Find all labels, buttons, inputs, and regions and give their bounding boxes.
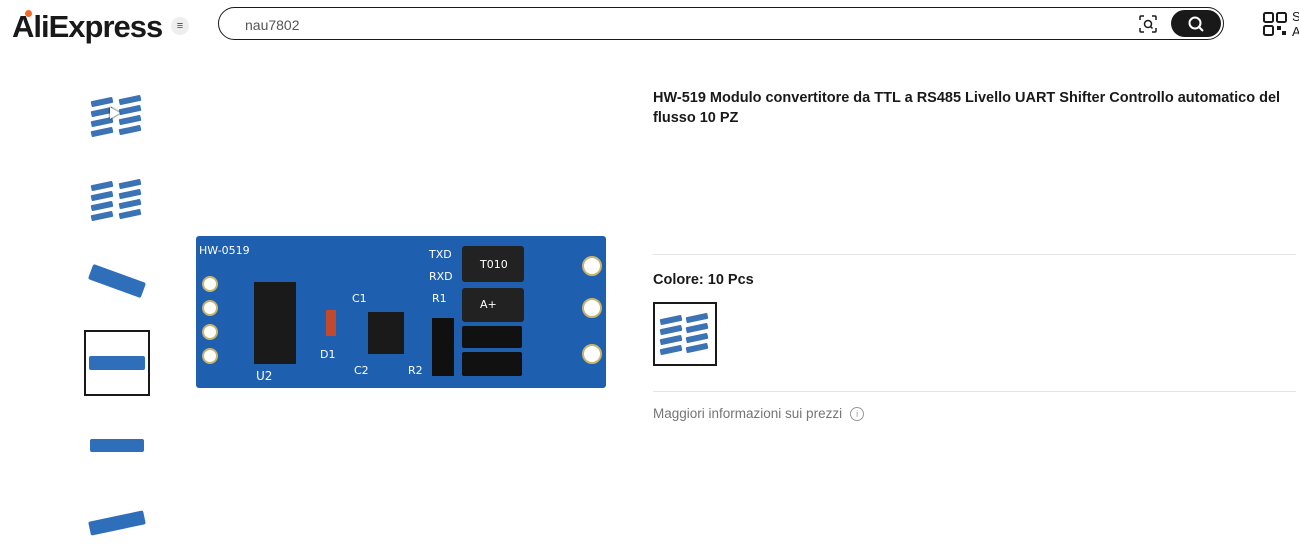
t010-label-1: T010 <box>479 258 508 271</box>
info-icon[interactable]: i <box>850 406 865 421</box>
board-image <box>89 356 145 370</box>
thumbnail-3[interactable] <box>84 248 150 314</box>
sku-option-10pcs[interactable] <box>653 302 717 366</box>
image-search-icon[interactable] <box>1139 15 1157 33</box>
txd-label: TXD <box>428 248 452 261</box>
c1-label: C1 <box>352 292 367 305</box>
logo-text: AliExpress <box>12 9 163 44</box>
thumbnail-4[interactable] <box>84 330 150 396</box>
thumbnail-6[interactable] <box>84 490 150 556</box>
search-button[interactable] <box>1171 10 1221 37</box>
sku-image <box>658 307 712 361</box>
divider <box>653 254 1296 255</box>
board-image <box>90 438 144 452</box>
thumbnail-5[interactable] <box>84 412 150 478</box>
r2-label: R2 <box>408 364 423 377</box>
price-info-text: Maggiori informazioni sui prezzi <box>653 406 843 421</box>
t010-label-2: A+ <box>480 298 497 311</box>
search-icon <box>1188 16 1204 32</box>
d1-label: D1 <box>320 348 335 361</box>
c2-label: C2 <box>354 364 369 377</box>
main-product-image[interactable]: HW-0519 U2 TXD RXD C1 R1 D1 C2 R2 T010 A… <box>196 236 606 388</box>
board-image <box>88 510 146 536</box>
divider <box>653 391 1296 392</box>
search-bar <box>218 7 1224 40</box>
product-title: HW-519 Modulo convertitore da TTL a RS48… <box>653 90 1281 126</box>
play-icon <box>110 107 120 119</box>
thumbnail-1[interactable] <box>84 82 150 148</box>
board-image <box>87 263 147 299</box>
logo-dot <box>25 10 32 17</box>
search-input[interactable] <box>243 14 1127 36</box>
u2-label: U2 <box>256 369 272 383</box>
qr-code-icon[interactable] <box>1262 11 1288 37</box>
menu-icon[interactable]: ≡ <box>171 17 189 35</box>
thumbnail-2[interactable] <box>84 166 150 232</box>
price-info-link[interactable]: Maggiori informazioni sui prezzi i <box>653 406 865 421</box>
r1-label: R1 <box>432 292 447 305</box>
rxd-label: RXD <box>429 270 453 283</box>
qr-label[interactable]: S A <box>1292 9 1299 39</box>
board-label: HW-0519 <box>199 244 250 257</box>
pack-image <box>89 171 145 227</box>
color-label: Colore: 10 Pcs <box>653 272 754 288</box>
aliexpress-logo[interactable]: AliExpress <box>12 8 163 46</box>
